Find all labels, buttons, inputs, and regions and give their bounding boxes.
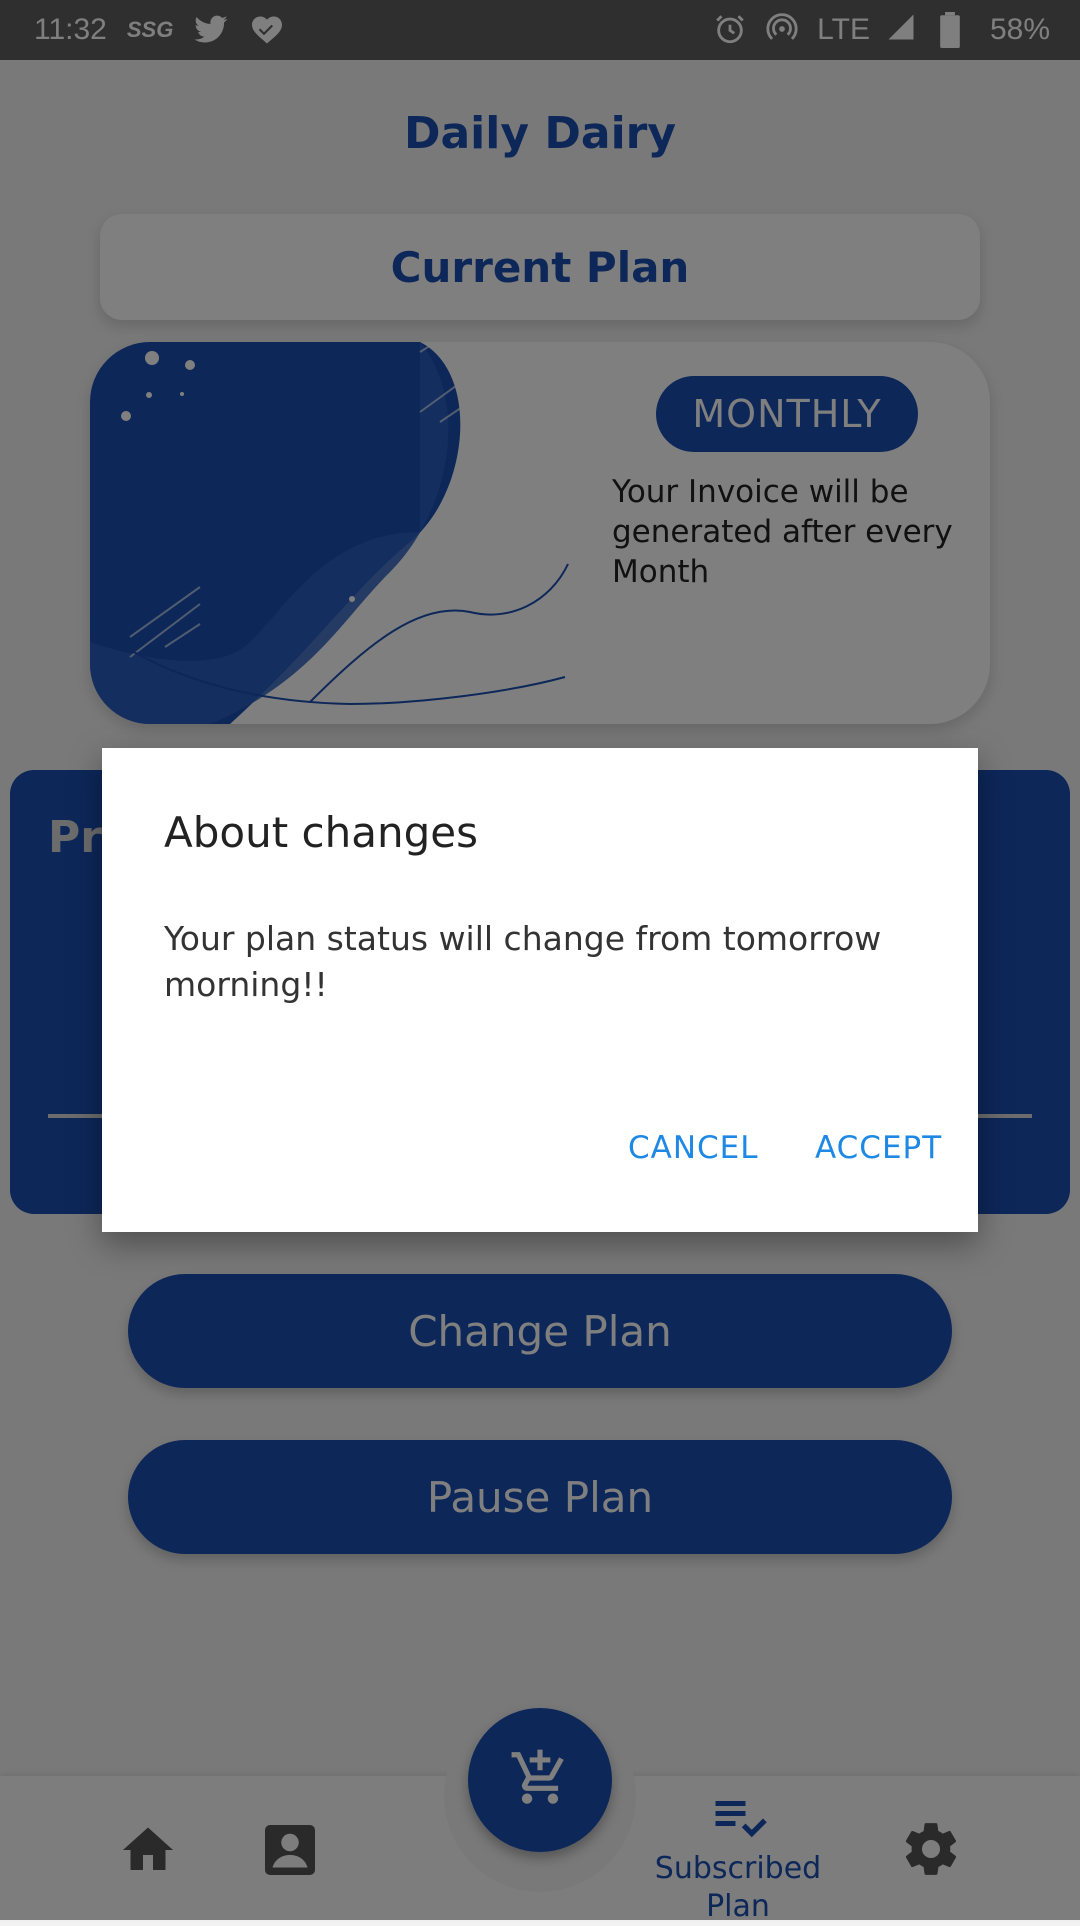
about-changes-dialog: About changes Your plan status will chan… (102, 748, 978, 1232)
dialog-message: Your plan status will change from tomorr… (164, 919, 882, 1004)
dialog-title: About changes (164, 808, 478, 857)
cancel-button[interactable]: CANCEL (628, 1130, 759, 1166)
accept-button[interactable]: ACCEPT (815, 1130, 942, 1166)
